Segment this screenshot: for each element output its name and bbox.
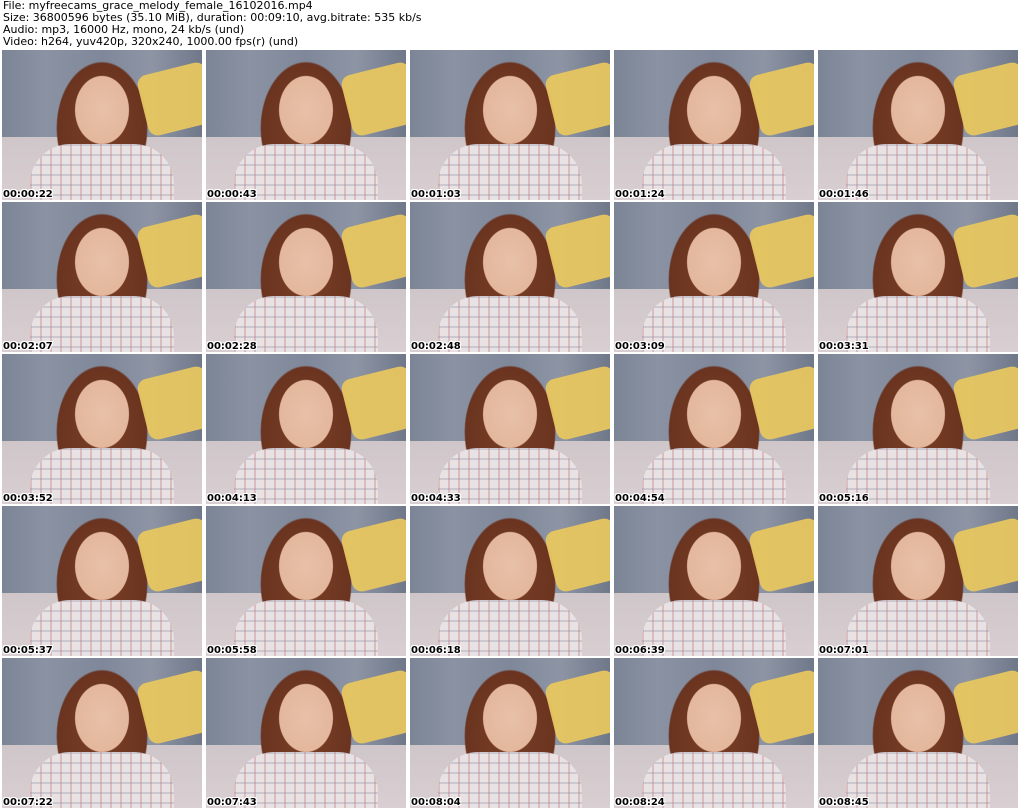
- thumbnail-timestamp: 00:06:39: [615, 645, 665, 656]
- video-info-line: Video: h264, yuv420p, 320x240, 1000.00 f…: [3, 35, 299, 48]
- video-thumbnail: 00:04:54: [614, 354, 814, 504]
- thumbnail-timestamp: 00:08:45: [819, 797, 869, 808]
- video-thumbnail: 00:01:03: [410, 50, 610, 200]
- video-thumbnail: 00:02:07: [2, 202, 202, 352]
- video-thumbnail: 00:04:13: [206, 354, 406, 504]
- video-thumbnail: 00:03:09: [614, 202, 814, 352]
- thumbnail-timestamp: 00:01:46: [819, 189, 869, 200]
- thumbnail-timestamp: 00:04:54: [615, 493, 665, 504]
- video-thumbnail: 00:06:39: [614, 506, 814, 656]
- video-thumbnail: 00:08:24: [614, 658, 814, 808]
- thumbnail-timestamp: 00:03:52: [3, 493, 53, 504]
- thumbnail-timestamp: 00:05:37: [3, 645, 53, 656]
- video-thumbnail: 00:07:01: [818, 506, 1018, 656]
- video-thumbnail: 00:00:22: [2, 50, 202, 200]
- file-info-header: File: myfreecams_grace_melody_female_161…: [3, 0, 1021, 48]
- video-thumbnail: 00:05:37: [2, 506, 202, 656]
- thumbnail-timestamp: 00:02:48: [411, 341, 461, 352]
- thumbnail-timestamp: 00:08:24: [615, 797, 665, 808]
- video-thumbnail: 00:08:04: [410, 658, 610, 808]
- thumbnail-timestamp: 00:00:22: [3, 189, 53, 200]
- thumbnail-timestamp: 00:07:22: [3, 797, 53, 808]
- thumbnail-timestamp: 00:01:03: [411, 189, 461, 200]
- thumbnail-timestamp: 00:03:09: [615, 341, 665, 352]
- video-thumbnail: 00:05:16: [818, 354, 1018, 504]
- thumbnail-timestamp: 00:00:43: [207, 189, 257, 200]
- thumbnail-timestamp: 00:02:28: [207, 341, 257, 352]
- video-thumbnail: 00:04:33: [410, 354, 610, 504]
- thumbnail-timestamp: 00:07:43: [207, 797, 257, 808]
- video-thumbnail: 00:01:24: [614, 50, 814, 200]
- video-thumbnail: 00:03:52: [2, 354, 202, 504]
- thumbnail-grid: 00:00:22 00:00:43 00:01:03 00:01:24 00:0…: [2, 50, 1022, 811]
- thumbnail-timestamp: 00:07:01: [819, 645, 869, 656]
- thumbnail-timestamp: 00:02:07: [3, 341, 53, 352]
- video-thumbnail: 00:02:48: [410, 202, 610, 352]
- thumbnail-timestamp: 00:04:33: [411, 493, 461, 504]
- video-thumbnail: 00:03:31: [818, 202, 1018, 352]
- video-thumbnail: 00:07:22: [2, 658, 202, 808]
- video-thumbnail: 00:06:18: [410, 506, 610, 656]
- video-thumbnail: 00:05:58: [206, 506, 406, 656]
- video-thumbnail: 00:01:46: [818, 50, 1018, 200]
- thumbnail-timestamp: 00:06:18: [411, 645, 461, 656]
- video-thumbnail: 00:02:28: [206, 202, 406, 352]
- video-thumbnail: 00:00:43: [206, 50, 406, 200]
- thumbnail-timestamp: 00:04:13: [207, 493, 257, 504]
- thumbnail-timestamp: 00:01:24: [615, 189, 665, 200]
- thumbnail-timestamp: 00:08:04: [411, 797, 461, 808]
- thumbnail-timestamp: 00:03:31: [819, 341, 869, 352]
- video-thumbnail: 00:08:45: [818, 658, 1018, 808]
- video-thumbnail: 00:07:43: [206, 658, 406, 808]
- thumbnail-timestamp: 00:05:16: [819, 493, 869, 504]
- thumbnail-timestamp: 00:05:58: [207, 645, 257, 656]
